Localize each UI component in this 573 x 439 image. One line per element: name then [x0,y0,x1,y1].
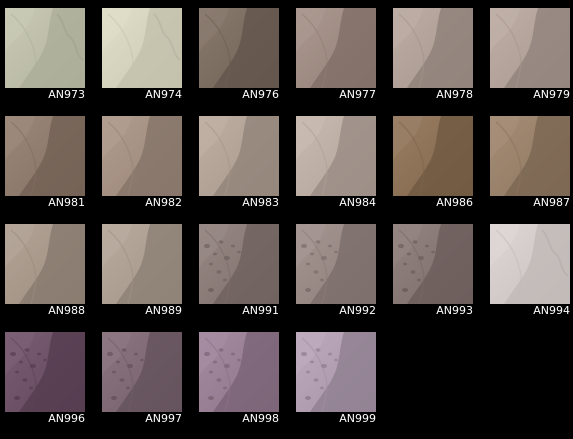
thumbnail-item[interactable]: AN982 [97,108,194,216]
thumbnail-label: AN996 [48,412,85,425]
thumbnail-image [5,116,85,196]
thumbnail-item[interactable]: AN987 [485,108,573,216]
thumbnail-image-frame[interactable] [199,224,279,304]
thumbnail-item[interactable]: AN979 [485,0,573,108]
thumbnail-image-frame[interactable] [393,224,473,304]
thumbnail-image [199,8,279,88]
thumbnail-item[interactable]: AN993 [388,216,485,324]
thumbnail-image-frame[interactable] [5,8,85,88]
thumbnail-item[interactable]: AN994 [485,216,573,324]
thumbnail-image [199,224,279,304]
thumbnail-grid: AN973 AN974 AN976 AN977 AN978 AN979 AN981 AN982… [0,0,573,439]
thumbnail-item[interactable]: AN988 [0,216,97,324]
thumbnail-image [102,116,182,196]
thumbnail-label: AN981 [48,196,85,209]
thumbnail-image [102,332,182,412]
thumbnail-label: AN974 [145,88,182,101]
thumbnail-image-frame[interactable] [102,8,182,88]
thumbnail-item[interactable]: AN981 [0,108,97,216]
thumbnail-image [490,8,570,88]
thumbnail-image [490,224,570,304]
thumbnail-image-frame[interactable] [393,116,473,196]
thumbnail-label: AN994 [533,304,570,317]
thumbnail-image [296,8,376,88]
thumbnail-item[interactable]: AN977 [291,0,388,108]
thumbnail-item[interactable]: AN996 [0,324,97,432]
thumbnail-image-frame[interactable] [490,116,570,196]
thumbnail-item[interactable]: AN997 [97,324,194,432]
thumbnail-label: AN997 [145,412,182,425]
thumbnail-item[interactable]: AN973 [0,0,97,108]
thumbnail-image [296,224,376,304]
thumbnail-image-frame[interactable] [296,224,376,304]
thumbnail-image [393,224,473,304]
thumbnail-label: AN979 [533,88,570,101]
thumbnail-image [393,8,473,88]
thumbnail-image [102,8,182,88]
thumbnail-label: AN986 [436,196,473,209]
thumbnail-item[interactable]: AN984 [291,108,388,216]
thumbnail-image [296,116,376,196]
thumbnail-image [490,116,570,196]
thumbnail-label: AN992 [339,304,376,317]
thumbnail-item[interactable]: AN983 [194,108,291,216]
thumbnail-image-frame[interactable] [296,8,376,88]
thumbnail-item[interactable]: AN991 [194,216,291,324]
thumbnail-label: AN977 [339,88,376,101]
thumbnail-image-frame[interactable] [102,224,182,304]
thumbnail-image [5,332,85,412]
thumbnail-image-frame[interactable] [199,332,279,412]
thumbnail-image-frame[interactable] [199,116,279,196]
thumbnail-image-frame[interactable] [490,8,570,88]
thumbnail-item[interactable]: AN986 [388,108,485,216]
thumbnail-image [5,8,85,88]
thumbnail-image [199,116,279,196]
thumbnail-label: AN982 [145,196,182,209]
thumbnail-label: AN991 [242,304,279,317]
thumbnail-image-frame[interactable] [393,8,473,88]
thumbnail-item[interactable]: AN976 [194,0,291,108]
thumbnail-image [393,116,473,196]
thumbnail-item[interactable]: AN992 [291,216,388,324]
thumbnail-item[interactable]: AN999 [291,324,388,432]
thumbnail-label: AN988 [48,304,85,317]
thumbnail-image [296,332,376,412]
thumbnail-label: AN993 [436,304,473,317]
thumbnail-item[interactable]: AN998 [194,324,291,432]
thumbnail-label: AN987 [533,196,570,209]
thumbnail-image-frame[interactable] [296,332,376,412]
thumbnail-image [5,224,85,304]
thumbnail-item[interactable]: AN989 [97,216,194,324]
thumbnail-image-frame[interactable] [5,116,85,196]
thumbnail-image-frame[interactable] [5,224,85,304]
thumbnail-label: AN973 [48,88,85,101]
thumbnail-image [199,332,279,412]
thumbnail-image-frame[interactable] [199,8,279,88]
thumbnail-image-frame[interactable] [102,116,182,196]
thumbnail-item[interactable]: AN978 [388,0,485,108]
thumbnail-label: AN978 [436,88,473,101]
thumbnail-label: AN976 [242,88,279,101]
thumbnail-image-frame[interactable] [296,116,376,196]
thumbnail-image-frame[interactable] [5,332,85,412]
thumbnail-image [102,224,182,304]
thumbnail-item[interactable]: AN974 [97,0,194,108]
thumbnail-label: AN984 [339,196,376,209]
thumbnail-image-frame[interactable] [490,224,570,304]
thumbnail-label: AN983 [242,196,279,209]
thumbnail-label: AN999 [339,412,376,425]
thumbnail-image-frame[interactable] [102,332,182,412]
thumbnail-label: AN989 [145,304,182,317]
thumbnail-label: AN998 [242,412,279,425]
